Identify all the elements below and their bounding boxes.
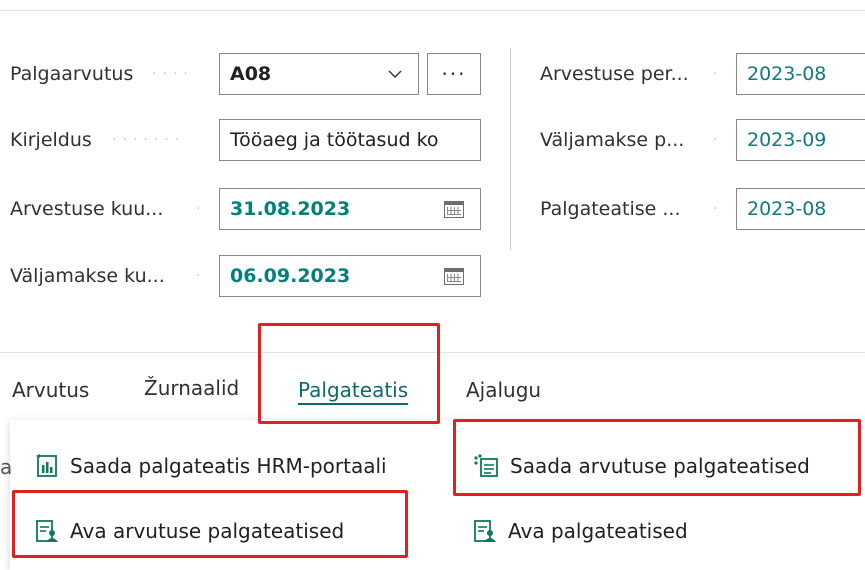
top-divider	[0, 10, 865, 11]
send-hrm-portal-action[interactable]: Saada palgateatis HRM-portaali	[34, 446, 387, 486]
payslip-period-value: 2023-08	[747, 198, 827, 220]
description-value: Tööaeg ja töötasud ko	[230, 129, 439, 151]
document-person-icon	[474, 520, 496, 542]
calc-month-dots: ·	[196, 201, 207, 217]
payout-period-label: Väljamakse p...	[540, 129, 685, 151]
payout-month-dots: ·	[196, 268, 207, 284]
report-send-icon	[36, 454, 57, 477]
tab-arvutus[interactable]: Arvutus	[12, 370, 89, 410]
highlight-send-calc-payslips	[453, 419, 861, 496]
calc-month-label: Arvestuse kuu...	[10, 198, 164, 220]
tab-zurnaalid[interactable]: Žurnaalid	[144, 368, 239, 408]
payout-month-value: 06.09.2023	[230, 265, 351, 287]
ellipsis-icon: ···	[441, 62, 467, 86]
payroll-label: Palgaarvutus	[10, 63, 134, 85]
chevron-down-icon	[388, 70, 402, 78]
calendar-icon[interactable]	[444, 266, 466, 286]
description-label: Kirjeldus	[10, 129, 92, 151]
edge-text: a	[0, 455, 13, 479]
payroll-select[interactable]: A08	[219, 53, 419, 95]
payroll-lookup-button[interactable]: ···	[427, 53, 481, 95]
highlight-open-calc-payslips	[12, 490, 408, 558]
payout-period-input[interactable]: 2023-09	[736, 119, 865, 161]
payroll-value: A08	[230, 63, 272, 85]
calc-period-dots: ·	[713, 66, 724, 82]
calendar-icon[interactable]	[444, 199, 466, 219]
payout-period-value: 2023-09	[747, 129, 827, 151]
column-separator	[510, 48, 511, 250]
payout-period-dots: ·	[713, 132, 724, 148]
payout-month-label: Väljamakse ku...	[10, 265, 165, 287]
calc-period-label: Arvestuse per...	[540, 63, 689, 85]
payslip-period-dots: ·	[713, 201, 724, 217]
payslip-period-label: Palgateatise ...	[540, 198, 681, 220]
description-dots: ·······	[112, 132, 186, 148]
open-payslips-action[interactable]: Ava palgateatised	[472, 511, 688, 551]
payout-month-date-input[interactable]: 06.09.2023	[219, 255, 481, 297]
calc-period-value: 2023-08	[747, 63, 827, 85]
calc-period-input[interactable]: 2023-08	[736, 53, 865, 95]
tab-ajalugu[interactable]: Ajalugu	[466, 370, 541, 410]
payroll-dots: ····	[152, 66, 194, 82]
highlight-palgateatis-tab	[258, 323, 440, 424]
calc-month-value: 31.08.2023	[230, 198, 351, 220]
calc-month-date-input[interactable]: 31.08.2023	[219, 188, 481, 230]
description-input[interactable]: Tööaeg ja töötasud ko	[219, 119, 481, 161]
payslip-period-input[interactable]: 2023-08	[736, 188, 865, 230]
